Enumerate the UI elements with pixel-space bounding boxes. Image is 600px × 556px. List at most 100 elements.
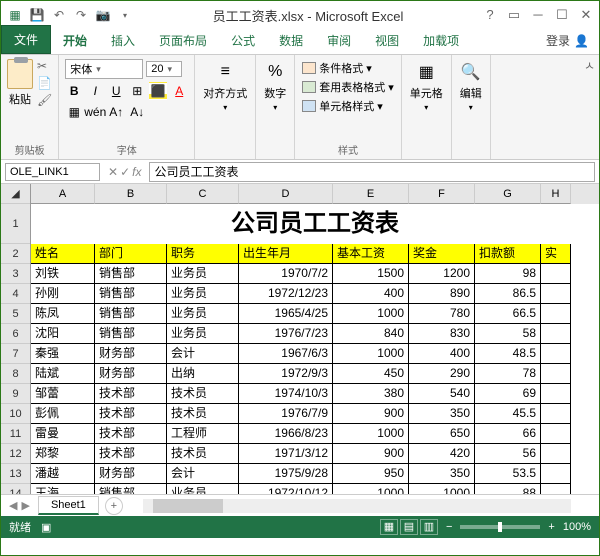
cell[interactable]: 1000	[409, 484, 475, 494]
cell[interactable]	[541, 364, 571, 384]
formula-input[interactable]	[149, 162, 595, 182]
cell[interactable]: 业务员	[167, 284, 239, 304]
cell[interactable]: 陆斌	[31, 364, 95, 384]
underline-button[interactable]: U	[107, 82, 125, 100]
cell[interactable]: 1000	[333, 424, 409, 444]
tab-view[interactable]: 视图	[363, 27, 411, 54]
number-button[interactable]: % 数字 ▾	[262, 59, 288, 114]
normal-view-icon[interactable]: ▦	[380, 519, 398, 535]
cell[interactable]	[541, 284, 571, 304]
cell[interactable]: 销售部	[95, 304, 167, 324]
cell[interactable]: 400	[333, 284, 409, 304]
header-cell[interactable]: 实	[541, 244, 571, 264]
conditional-format-button[interactable]: 条件格式 ▾	[301, 59, 395, 77]
row-header[interactable]: 11	[1, 424, 30, 444]
login-button[interactable]: 登录👤	[536, 27, 599, 54]
tab-formula[interactable]: 公式	[219, 27, 267, 54]
cell[interactable]: 86.5	[475, 284, 541, 304]
cell[interactable]: 业务员	[167, 484, 239, 494]
cell[interactable]: 1976/7/9	[239, 404, 333, 424]
header-cell[interactable]: 出生年月	[239, 244, 333, 264]
spreadsheet-grid[interactable]: ◢ 1 2 3 4 5 6 7 8 9 10 11 12 13 14 A B C…	[1, 184, 599, 494]
save-icon[interactable]: 💾	[27, 5, 47, 25]
sheet-prev-icon[interactable]: ◀	[9, 499, 17, 512]
row-header[interactable]: 3	[1, 264, 30, 284]
cell[interactable]: 彭佩	[31, 404, 95, 424]
cell[interactable]	[541, 444, 571, 464]
zoom-level[interactable]: 100%	[563, 521, 591, 533]
cell[interactable]: 邹蕾	[31, 384, 95, 404]
cell[interactable]: 78	[475, 364, 541, 384]
cell[interactable]: 刘铁	[31, 264, 95, 284]
cell[interactable]: 56	[475, 444, 541, 464]
cell[interactable]: 1976/7/23	[239, 324, 333, 344]
cell[interactable]: 出纳	[167, 364, 239, 384]
col-header[interactable]: C	[167, 184, 239, 204]
add-sheet-button[interactable]: +	[105, 497, 123, 515]
fx-icon[interactable]: fx	[132, 165, 141, 179]
col-header[interactable]: F	[409, 184, 475, 204]
cell[interactable]	[541, 484, 571, 494]
cell[interactable]	[541, 344, 571, 364]
col-header[interactable]: D	[239, 184, 333, 204]
cell[interactable]: 孙刚	[31, 284, 95, 304]
fill-color-button[interactable]: ⬛	[149, 82, 167, 100]
cell[interactable]: 1000	[333, 344, 409, 364]
cell[interactable]	[541, 424, 571, 444]
cell[interactable]: 王海	[31, 484, 95, 494]
row-header[interactable]: 13	[1, 464, 30, 484]
cells-button[interactable]: ▦ 单元格 ▾	[408, 59, 445, 114]
close-button[interactable]: ✕	[577, 7, 595, 23]
select-all-corner[interactable]: ◢	[1, 184, 30, 204]
italic-button[interactable]: I	[86, 82, 104, 100]
tab-data[interactable]: 数据	[267, 27, 315, 54]
font-name-combo[interactable]: 宋体	[65, 59, 143, 79]
cell[interactable]	[541, 304, 571, 324]
header-cell[interactable]: 基本工资	[333, 244, 409, 264]
cell[interactable]: 1970/7/2	[239, 264, 333, 284]
sheet-tab[interactable]: Sheet1	[38, 496, 99, 515]
cell[interactable]: 销售部	[95, 324, 167, 344]
qat-dropdown-icon[interactable]: ▾	[115, 5, 135, 25]
cell[interactable]: 1975/9/28	[239, 464, 333, 484]
cell[interactable]: 财务部	[95, 364, 167, 384]
cell[interactable]: 890	[409, 284, 475, 304]
row-header[interactable]: 7	[1, 344, 30, 364]
bold-button[interactable]: B	[65, 82, 83, 100]
editing-button[interactable]: 🔍 编辑 ▾	[458, 59, 484, 114]
cell[interactable]: 900	[333, 404, 409, 424]
cell[interactable]: 工程师	[167, 424, 239, 444]
cell[interactable]: 650	[409, 424, 475, 444]
tab-addins[interactable]: 加载项	[411, 27, 471, 54]
cell[interactable]: 潘越	[31, 464, 95, 484]
table-title[interactable]: 公司员工工资表	[31, 204, 599, 244]
horizontal-scrollbar[interactable]	[143, 499, 571, 513]
cell[interactable]: 1966/8/23	[239, 424, 333, 444]
cell[interactable]: 1972/10/12	[239, 484, 333, 494]
cell[interactable]: 900	[333, 444, 409, 464]
zoom-in-button[interactable]: +	[548, 521, 554, 533]
accept-formula-icon[interactable]: ✓	[120, 165, 130, 179]
sheet-next-icon[interactable]: ▶	[21, 499, 29, 512]
font-color-button[interactable]: A	[170, 82, 188, 100]
row-header[interactable]: 12	[1, 444, 30, 464]
tab-layout[interactable]: 页面布局	[147, 27, 219, 54]
cell[interactable]: 540	[409, 384, 475, 404]
increase-font-button[interactable]: A↑	[107, 103, 125, 121]
cell[interactable]: 会计	[167, 344, 239, 364]
maximize-button[interactable]: ☐	[553, 7, 571, 23]
help-button[interactable]: ?	[481, 7, 499, 23]
minimize-button[interactable]: ─	[529, 7, 547, 23]
col-header[interactable]: E	[333, 184, 409, 204]
excel-icon[interactable]: ▦	[5, 5, 25, 25]
cell[interactable]: 雷曼	[31, 424, 95, 444]
name-box[interactable]	[5, 163, 100, 181]
cell[interactable]: 秦强	[31, 344, 95, 364]
col-header[interactable]: B	[95, 184, 167, 204]
cell[interactable]: 技术部	[95, 404, 167, 424]
cell[interactable]: 技术部	[95, 444, 167, 464]
alignment-button[interactable]: ≡ 对齐方式 ▾	[201, 59, 249, 114]
cell[interactable]: 420	[409, 444, 475, 464]
cell[interactable]: 350	[409, 404, 475, 424]
cell[interactable]: 业务员	[167, 304, 239, 324]
